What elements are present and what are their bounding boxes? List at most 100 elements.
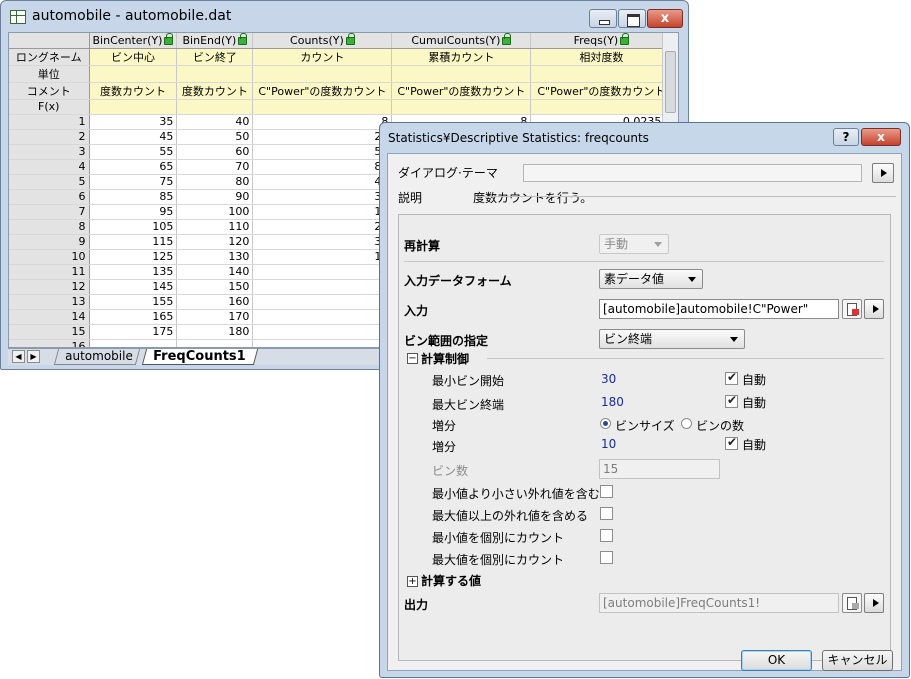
range-picker-icon[interactable] — [842, 299, 862, 319]
row-number[interactable]: 9 — [9, 234, 90, 250]
cell[interactable]: 30 — [252, 234, 393, 250]
cell[interactable] — [176, 99, 254, 115]
cell[interactable]: 175 — [89, 324, 178, 340]
cell[interactable]: 140 — [176, 264, 254, 280]
row-number[interactable]: 13 — [9, 294, 90, 310]
cell[interactable]: 82 — [252, 159, 393, 175]
cell[interactable] — [252, 99, 393, 115]
cell[interactable]: 21 — [252, 129, 393, 145]
cell[interactable]: カウント — [252, 48, 393, 66]
cell[interactable]: 155 — [89, 294, 178, 310]
cell[interactable]: 130 — [176, 249, 254, 265]
cell[interactable]: 12 — [252, 204, 393, 220]
cell[interactable]: ビン終了 — [176, 48, 254, 66]
cell[interactable]: 110 — [176, 219, 254, 235]
max-bin-auto-checkbox[interactable] — [725, 393, 738, 408]
minimize-button[interactable] — [589, 9, 617, 28]
cell[interactable] — [89, 339, 178, 347]
row-number[interactable]: 15 — [9, 324, 90, 340]
cell[interactable]: 3 — [252, 279, 393, 295]
column-header[interactable]: CumulCounts(Y) — [391, 33, 532, 49]
cell[interactable]: 95 — [89, 204, 178, 220]
output-picker-icon[interactable] — [842, 593, 862, 613]
cell[interactable]: 80 — [176, 174, 254, 190]
row-number[interactable]: 5 — [9, 174, 90, 190]
cell[interactable]: 70 — [176, 159, 254, 175]
tab-scroll-right-icon[interactable]: ▶ — [27, 350, 40, 363]
output-range-field[interactable]: [automobile]FreqCounts1! — [599, 593, 839, 613]
cell[interactable] — [391, 65, 532, 83]
bin-count-field[interactable]: 15 — [599, 459, 720, 479]
increment-value[interactable]: 10 — [601, 437, 616, 451]
cell[interactable]: 60 — [176, 144, 254, 160]
cell[interactable]: 90 — [176, 189, 254, 205]
count-max-checkbox[interactable] — [600, 551, 613, 564]
cell[interactable]: 125 — [89, 249, 178, 265]
cell[interactable]: 45 — [89, 129, 178, 145]
min-bin-value[interactable]: 30 — [601, 372, 616, 386]
help-button[interactable]: ? — [833, 128, 859, 146]
row-number[interactable]: 3 — [9, 144, 90, 160]
cell[interactable]: 8 — [252, 264, 393, 280]
cell[interactable]: 135 — [89, 264, 178, 280]
column-header[interactable]: BinEnd(Y) — [176, 33, 254, 49]
cell[interactable]: 35 — [89, 114, 178, 130]
cell[interactable]: 145 — [89, 279, 178, 295]
scrollbar-thumb[interactable] — [665, 51, 676, 113]
cell[interactable] — [252, 339, 393, 347]
row-number[interactable]: 10 — [9, 249, 90, 265]
row-number[interactable]: 11 — [9, 264, 90, 280]
collapse-icon[interactable]: − — [407, 353, 418, 364]
cell[interactable]: C"Power"の度数カウント — [530, 82, 673, 100]
cell[interactable]: C"Power"の度数カウント — [391, 82, 532, 100]
cell[interactable]: 150 — [176, 279, 254, 295]
cell[interactable] — [530, 65, 673, 83]
theme-menu-arrow-icon[interactable] — [872, 163, 894, 183]
row-number[interactable]: 12 — [9, 279, 90, 295]
row-number[interactable]: 14 — [9, 309, 90, 325]
input-range-field[interactable]: [automobile]automobile!C"Power" — [599, 299, 839, 319]
input-format-select[interactable]: 素データ値 — [599, 269, 703, 289]
cell[interactable] — [252, 65, 393, 83]
cell[interactable]: 相対度数 — [530, 48, 673, 66]
cell[interactable]: 170 — [176, 309, 254, 325]
cell[interactable]: 50 — [176, 129, 254, 145]
row-number[interactable]: 7 — [9, 204, 90, 220]
maximize-button[interactable] — [618, 9, 646, 28]
row-number[interactable]: 2 — [9, 129, 90, 145]
row-number[interactable]: 16 — [9, 339, 90, 347]
cell[interactable]: 8 — [252, 114, 393, 130]
cell[interactable]: ビン中心 — [89, 48, 178, 66]
min-bin-auto-checkbox[interactable] — [725, 370, 738, 385]
cell[interactable]: 46 — [252, 174, 393, 190]
recalc-select[interactable]: 手動 — [599, 234, 669, 254]
increment-auto-checkbox[interactable] — [725, 435, 738, 450]
row-number[interactable]: 6 — [9, 189, 90, 205]
close-button[interactable]: x — [647, 9, 683, 28]
column-header[interactable]: BinCenter(Y) — [89, 33, 178, 49]
max-bin-value[interactable]: 180 — [601, 395, 624, 409]
cell[interactable]: 165 — [89, 309, 178, 325]
cancel-button[interactable]: キャンセル — [822, 650, 893, 671]
expand-icon[interactable]: + — [407, 576, 418, 587]
cell[interactable] — [176, 65, 254, 83]
column-header[interactable]: Counts(Y) — [252, 33, 393, 49]
cell[interactable]: 21 — [252, 219, 393, 235]
theme-combo[interactable] — [523, 164, 862, 182]
dialog-close-button[interactable]: x — [861, 128, 901, 146]
cell[interactable]: 100 — [176, 204, 254, 220]
tab-automobile[interactable]: automobile — [53, 349, 141, 365]
tab-scroll-left-icon[interactable]: ◀ — [12, 350, 25, 363]
cell[interactable] — [176, 339, 254, 347]
cell[interactable] — [89, 65, 178, 83]
cell[interactable]: 75 — [89, 174, 178, 190]
cell[interactable]: 180 — [176, 324, 254, 340]
bin-size-radio[interactable] — [600, 418, 611, 429]
cell[interactable] — [530, 99, 673, 115]
worksheet-titlebar[interactable]: automobile - automobile.dat x — [1, 1, 688, 31]
cell[interactable]: 105 — [89, 219, 178, 235]
cell[interactable]: 51 — [252, 144, 393, 160]
outlier-min-checkbox[interactable] — [600, 485, 613, 498]
cell[interactable]: 累積カウント — [391, 48, 532, 66]
tab-freqcounts1[interactable]: FreqCounts1 — [141, 349, 259, 365]
